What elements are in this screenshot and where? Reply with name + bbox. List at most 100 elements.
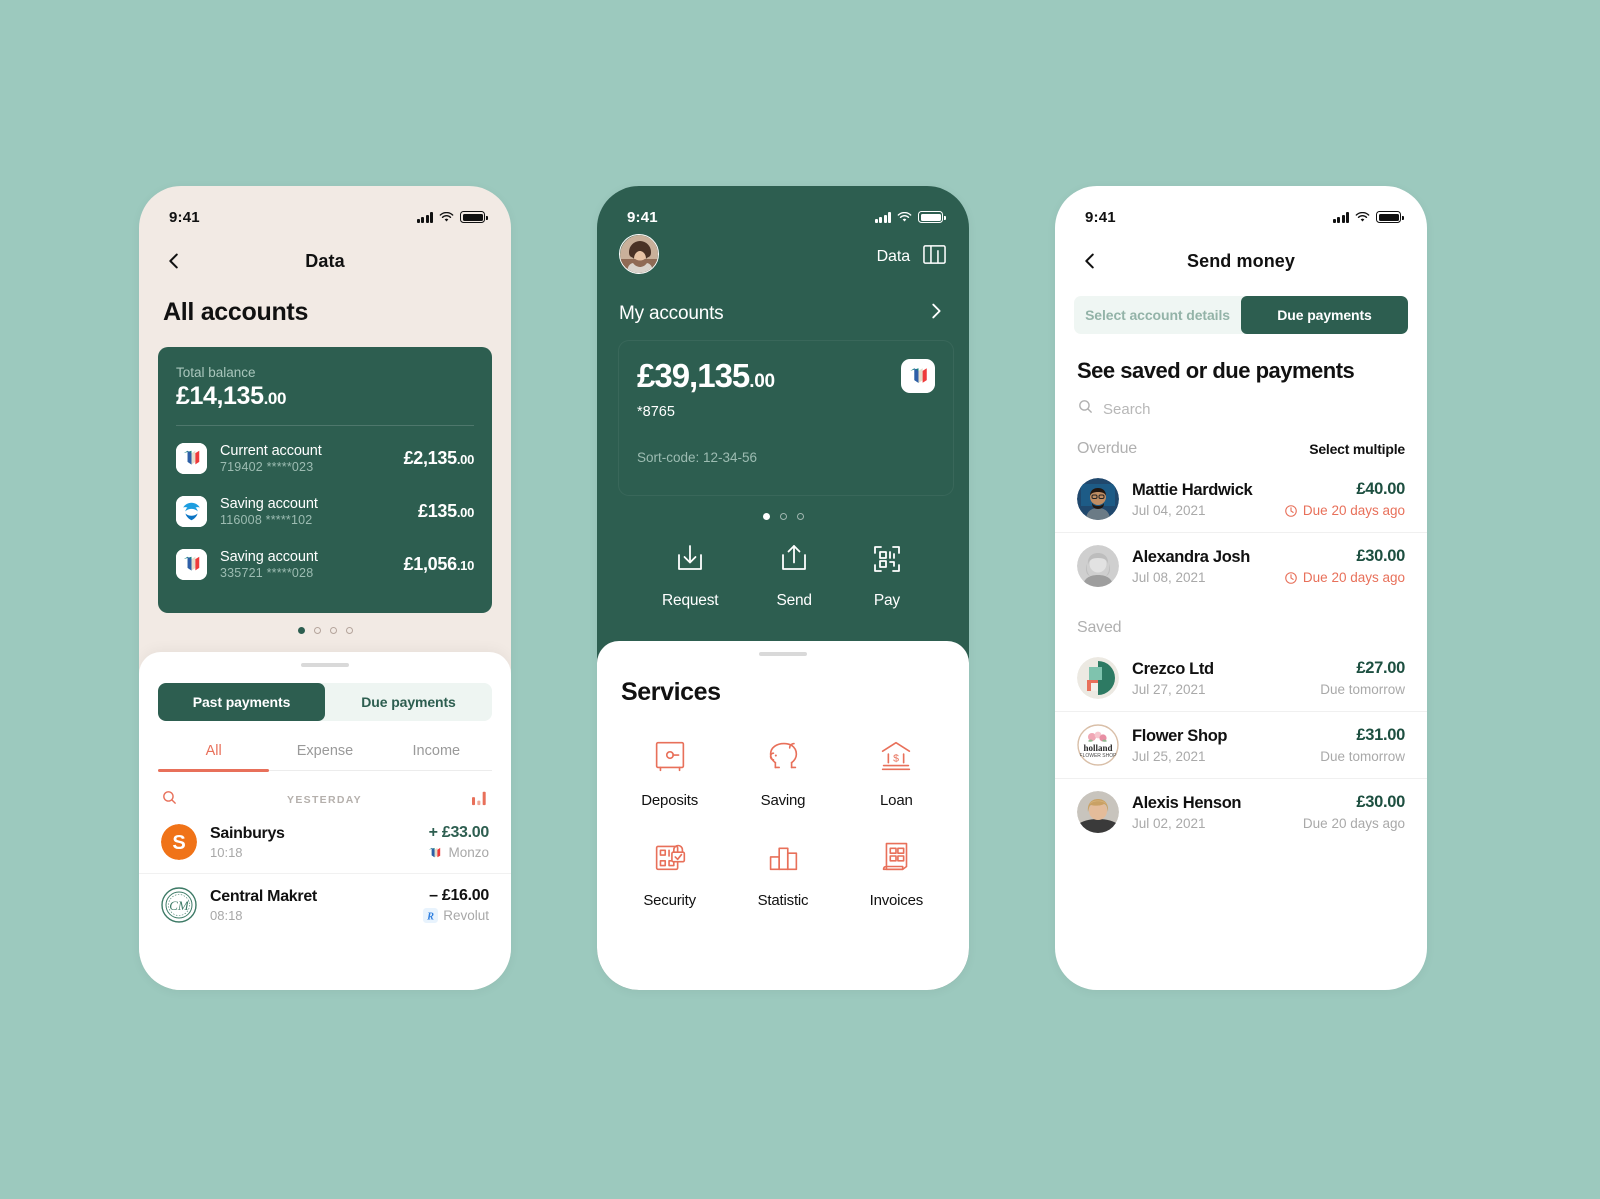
crezco-logo-icon: [1077, 657, 1119, 699]
phone-home-screen: 9:41 Data My accounts £39,135.00 *8765 S…: [597, 186, 969, 990]
monzo-logo-icon: [429, 847, 441, 858]
pager-dot[interactable]: [329, 627, 337, 634]
service-invoices[interactable]: Invoices: [840, 835, 953, 909]
screenshot-canvas: 9:41 Data All accounts Total balance £14…: [0, 0, 1600, 1199]
monzo-logo-icon: [176, 443, 207, 474]
payment-info: Mattie Hardwick Jul 04, 2021: [1132, 481, 1284, 518]
payment-info: Flower Shop Jul 25, 2021: [1132, 727, 1320, 764]
payment-info: Alexandra Josh Jul 08, 2021: [1132, 548, 1284, 585]
tab-all[interactable]: All: [158, 743, 269, 770]
bar-chart-icon[interactable]: [471, 790, 489, 811]
payment-amount: £27.00: [1356, 659, 1405, 677]
transaction-info: Central Makret 08:18: [210, 888, 423, 923]
search-icon[interactable]: [161, 789, 178, 811]
data-label[interactable]: Data: [877, 248, 911, 266]
account-row[interactable]: Current account 719402 *****023 £2,135.0…: [176, 432, 474, 485]
card-carousel-pager[interactable]: [619, 513, 947, 520]
service-security[interactable]: Security: [613, 835, 726, 909]
search-field[interactable]: Search: [1055, 384, 1427, 420]
tab-past-payments[interactable]: Past payments: [158, 683, 325, 721]
total-balance-decimal: .00: [263, 389, 287, 408]
pager-dot[interactable]: [762, 513, 770, 520]
total-balance-card[interactable]: Total balance £14,135.00 Current account…: [158, 347, 492, 613]
barclays-logo-icon: [176, 496, 207, 527]
action-send[interactable]: Send: [776, 542, 812, 610]
status-bar: 9:41: [139, 186, 511, 234]
payment-due-label: Due 20 days ago: [1302, 503, 1405, 518]
tab-expense[interactable]: Expense: [269, 743, 380, 770]
payment-name: Alexis Henson: [1132, 793, 1242, 812]
pager-dot[interactable]: [297, 627, 305, 634]
account-card-next[interactable]: [963, 341, 969, 495]
bar-chart-box-icon[interactable]: [922, 243, 947, 271]
svg-text:S: S: [172, 832, 185, 854]
transaction-row[interactable]: CM Central Makret 08:18 – £16.00 R Revol…: [139, 873, 511, 936]
central-market-logo-icon: CM: [161, 887, 197, 923]
tab-select-account-details[interactable]: Select account details: [1074, 296, 1241, 334]
transaction-amount-block: + £33.00 Monzo: [428, 824, 490, 860]
pager-dot[interactable]: [796, 513, 804, 520]
account-amount: £1,056.10: [404, 554, 475, 575]
payment-name: Mattie Hardwick: [1132, 480, 1253, 499]
tab-due-payments[interactable]: Due payments: [325, 683, 492, 721]
account-name: Current account: [220, 443, 322, 459]
transactions-date-header: YESTERDAY: [161, 789, 489, 811]
payment-due: Due 20 days ago: [1303, 816, 1405, 831]
services-bottom-sheet: Services Deposits Saving $ Loan Security…: [597, 641, 969, 990]
service-loan[interactable]: $ Loan: [840, 735, 953, 809]
service-saving[interactable]: Saving: [726, 735, 839, 809]
account-amount-main: £135: [417, 501, 457, 521]
sheet-grabber[interactable]: [301, 663, 349, 667]
payment-row[interactable]: holland FLOWER SHOP Flower Shop Jul 25, 2…: [1055, 711, 1427, 778]
payment-row[interactable]: Alexandra Josh Jul 08, 2021 £30.00 Due 2…: [1055, 532, 1427, 599]
status-bar: 9:41: [1055, 186, 1427, 234]
filter-tabs[interactable]: All Expense Income: [158, 743, 492, 770]
account-number: 116008 *****102: [220, 513, 313, 527]
payment-row[interactable]: Mattie Hardwick Jul 04, 2021 £40.00 Due …: [1055, 466, 1427, 532]
payment-date: Jul 25, 2021: [1132, 748, 1206, 764]
service-deposits[interactable]: Deposits: [613, 735, 726, 809]
transaction-bank-label: Revolut: [443, 908, 489, 923]
services-title: Services: [621, 678, 721, 706]
avatar[interactable]: [619, 234, 659, 274]
status-bar: 9:41: [597, 186, 969, 234]
account-row[interactable]: Saving account 335721 *****028 £1,056.10: [176, 538, 474, 591]
pager-dot[interactable]: [345, 627, 353, 634]
transaction-row[interactable]: S Sainburys 10:18 + £33.00 Monzo: [139, 811, 511, 873]
account-info: Saving account 116008 *****102: [220, 496, 418, 527]
quick-actions: Request Send Pay: [619, 542, 947, 610]
service-label: Saving: [760, 792, 806, 809]
payment-name: Alexandra Josh: [1132, 547, 1250, 566]
account-amount-decimal: .10: [456, 558, 474, 573]
payment-date: Jul 27, 2021: [1132, 681, 1206, 697]
account-amount-decimal: .00: [456, 505, 474, 520]
home-header: Data: [619, 234, 947, 280]
transaction-name: Central Makret: [210, 887, 317, 905]
pager-dot[interactable]: [313, 627, 321, 634]
tab-due-payments[interactable]: Due payments: [1241, 296, 1408, 334]
card-sort-code: Sort-code: 12-34-56: [637, 450, 758, 465]
status-time: 9:41: [627, 208, 658, 226]
account-amount-main: £2,135: [403, 448, 458, 468]
payment-amount-block: £40.00 Due 20 days ago: [1284, 480, 1405, 518]
account-card-carousel[interactable]: £39,135.00 *8765 Sort-code: 12-34-56: [619, 341, 969, 495]
action-request[interactable]: Request: [662, 542, 719, 610]
home-header-area: Data My accounts £39,135.00 *8765 Sort-c…: [597, 234, 969, 610]
send-money-segmented-control[interactable]: Select account details Due payments: [1074, 296, 1408, 334]
my-accounts-row[interactable]: My accounts: [619, 300, 947, 327]
payment-row[interactable]: Crezco Ltd Jul 27, 2021 £27.00 Due tomor…: [1055, 645, 1427, 711]
account-card[interactable]: £39,135.00 *8765 Sort-code: 12-34-56: [619, 341, 953, 495]
action-pay[interactable]: Pay: [870, 542, 904, 610]
chevron-right-icon[interactable]: [925, 300, 947, 327]
service-statistic[interactable]: Statistic: [726, 835, 839, 909]
account-row[interactable]: Saving account 116008 *****102 £135.00: [176, 485, 474, 538]
avatar-mattie: [1077, 478, 1119, 520]
signal-icon: [874, 211, 891, 223]
pager-dot[interactable]: [779, 513, 787, 520]
carousel-pager[interactable]: [139, 627, 511, 634]
payments-segmented-control[interactable]: Past payments Due payments: [158, 683, 492, 721]
tab-income[interactable]: Income: [381, 743, 492, 770]
piggy-bank-icon: [769, 742, 798, 769]
select-multiple-button[interactable]: Select multiple: [1309, 441, 1405, 457]
payment-row[interactable]: Alexis Henson Jul 02, 2021 £30.00 Due 20…: [1055, 778, 1427, 845]
